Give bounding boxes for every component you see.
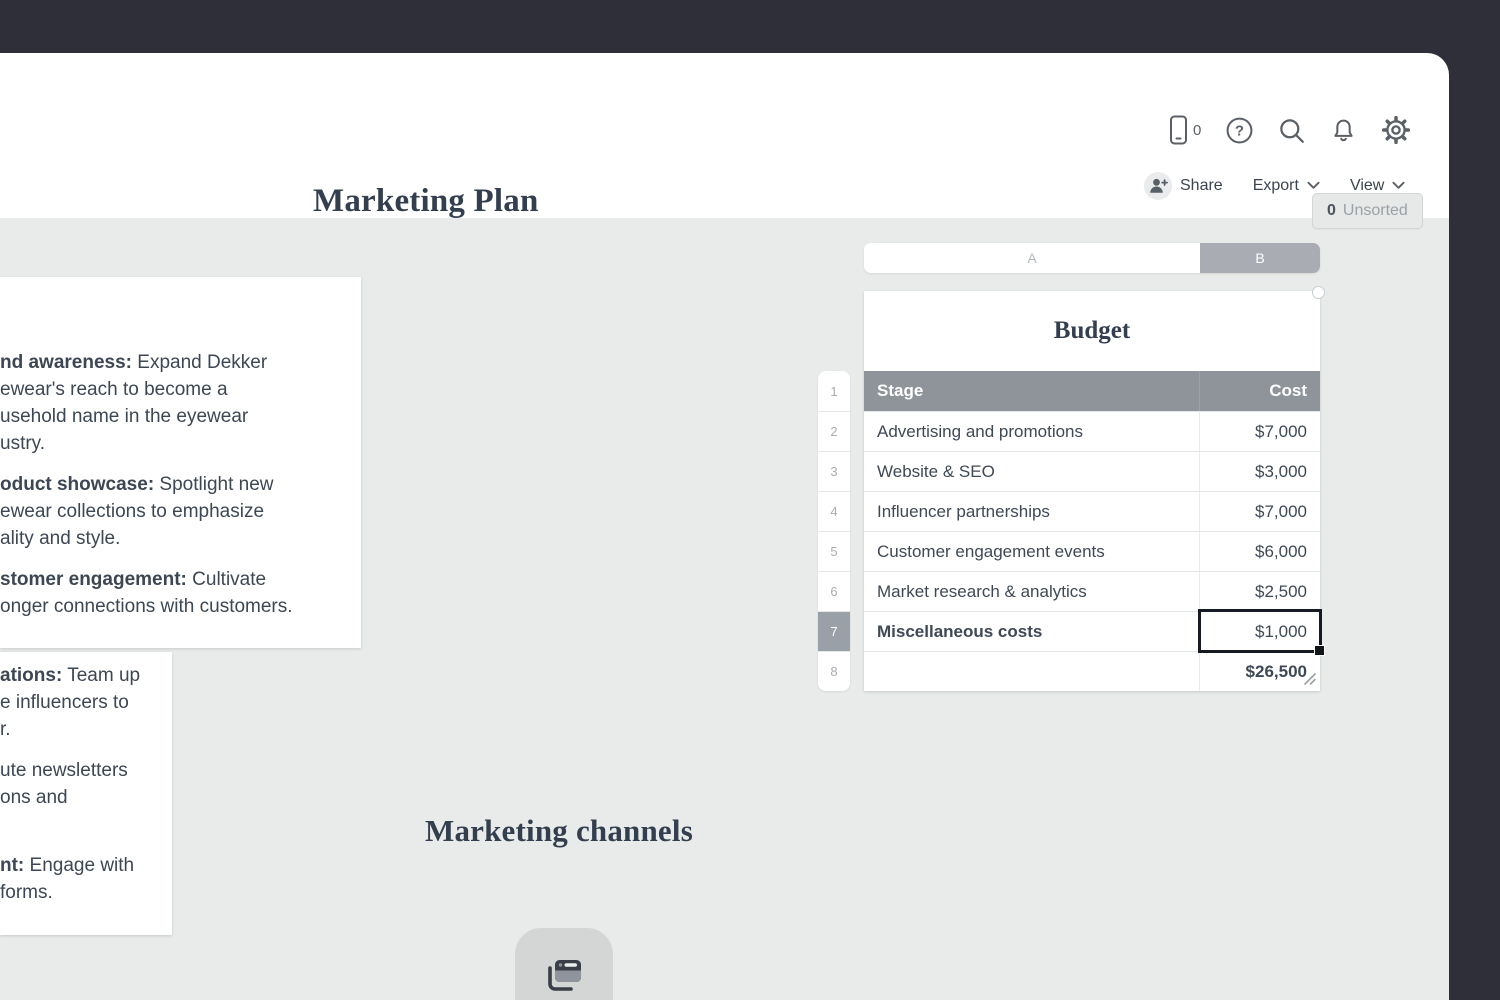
row-header-6[interactable]: 6 <box>818 571 850 611</box>
row-header-1[interactable]: 1 <box>818 371 850 411</box>
budget-header-row: Stage Cost <box>864 371 1320 411</box>
cell-stage[interactable]: Market research & analytics <box>864 572 1200 611</box>
share-label: Share <box>1180 177 1223 195</box>
unsorted-button[interactable]: 0 Unsorted <box>1312 193 1423 229</box>
table-row: Influencer partnerships $7,000 <box>864 491 1320 531</box>
cell-cost-selected[interactable]: $1,000 <box>1200 612 1320 651</box>
row-number-rail: 1 2 3 4 5 6 7 8 <box>818 371 850 691</box>
card-text-line: ons and <box>0 784 172 811</box>
note-card-tactics[interactable]: ations: Team up e influencers to r. ute … <box>0 652 172 935</box>
card-text-line: e influencers to <box>0 689 172 716</box>
phone-icon <box>1168 115 1189 145</box>
cell-stage[interactable]: Miscellaneous costs <box>864 612 1200 651</box>
note-card-goals[interactable]: nd awareness: Expand Dekker ewear's reac… <box>0 277 361 648</box>
cell-cost[interactable]: $7,000 <box>1200 492 1320 531</box>
row-header-4[interactable]: 4 <box>818 491 850 531</box>
card-text-line: ewear collections to emphasize <box>0 498 361 525</box>
table-total-row: $26,500 <box>864 651 1320 691</box>
search-icon <box>1278 117 1305 144</box>
search-button[interactable] <box>1278 117 1305 144</box>
row-header-5[interactable]: 5 <box>818 531 850 571</box>
unsorted-count: 0 <box>1327 202 1336 220</box>
connector-handle[interactable] <box>1312 286 1325 299</box>
card-text-line: r. <box>0 716 172 743</box>
column-letter-bar: A B <box>864 243 1320 273</box>
table-row: Market research & analytics $2,500 <box>864 571 1320 611</box>
cell-stage-header[interactable]: Stage <box>864 371 1200 411</box>
export-label: Export <box>1253 177 1299 195</box>
section-heading-marketing-channels[interactable]: Marketing channels <box>425 813 693 849</box>
header-icon-row: 0 ? <box>1168 115 1410 145</box>
cell-cost[interactable]: $6,000 <box>1200 532 1320 571</box>
cell-stage-empty[interactable] <box>864 652 1200 691</box>
card-text-line: oduct showcase: Spotlight new <box>0 471 361 498</box>
card-text-line: ute newsletters <box>0 757 172 784</box>
cell-cost-header[interactable]: Cost <box>1200 371 1320 411</box>
card-text-line: nd awareness: Expand Dekker <box>0 349 361 376</box>
export-button[interactable]: Export <box>1253 177 1320 195</box>
screen: Marketing Plan 0 ? <box>0 0 1500 1000</box>
budget-table-card[interactable]: Budget Stage Cost Advertising and promot… <box>864 291 1320 691</box>
help-icon: ? <box>1226 117 1253 144</box>
row-header-7-selected[interactable]: 7 <box>818 611 850 651</box>
browser-card-tile[interactable] <box>515 928 613 1000</box>
browser-windows-icon <box>538 928 590 1000</box>
budget-title[interactable]: Budget <box>864 291 1320 371</box>
card-text-line: ality and style. <box>0 525 361 552</box>
cell-stage[interactable]: Customer engagement events <box>864 532 1200 571</box>
add-user-icon <box>1144 172 1172 200</box>
row-header-8[interactable]: 8 <box>818 651 850 691</box>
settings-button[interactable] <box>1382 116 1410 144</box>
notifications-button[interactable] <box>1330 117 1357 144</box>
card-text-line: ustry. <box>0 430 361 457</box>
bell-icon <box>1330 117 1357 144</box>
card-text-line: ations: Team up <box>0 662 172 689</box>
table-row: Website & SEO $3,000 <box>864 451 1320 491</box>
device-count: 0 <box>1193 122 1201 139</box>
cell-cost[interactable]: $2,500 <box>1200 572 1320 611</box>
resize-grip-icon[interactable] <box>1302 671 1318 692</box>
cell-cost[interactable]: $7,000 <box>1200 412 1320 451</box>
gear-icon <box>1382 116 1410 144</box>
column-header-b[interactable]: B <box>1200 243 1320 273</box>
row-header-3[interactable]: 3 <box>818 451 850 491</box>
unsorted-label: Unsorted <box>1343 202 1408 220</box>
cell-stage[interactable]: Influencer partnerships <box>864 492 1200 531</box>
svg-text:?: ? <box>1235 123 1244 139</box>
table-row: Miscellaneous costs $1,000 <box>864 611 1320 651</box>
column-header-a[interactable]: A <box>864 243 1200 273</box>
table-row: Advertising and promotions $7,000 <box>864 411 1320 451</box>
device-sync-button[interactable]: 0 <box>1168 115 1201 145</box>
card-text-line: nt: Engage with <box>0 852 172 879</box>
help-button[interactable]: ? <box>1226 117 1253 144</box>
share-button[interactable]: Share <box>1144 172 1223 200</box>
card-text-line: forms. <box>0 879 172 906</box>
cell-cost[interactable]: $3,000 <box>1200 452 1320 491</box>
row-header-2[interactable]: 2 <box>818 411 850 451</box>
card-text-line: ewear's reach to become a <box>0 376 361 403</box>
table-row: Customer engagement events $6,000 <box>864 531 1320 571</box>
fill-handle[interactable] <box>1314 645 1325 656</box>
card-text-line: usehold name in the eyewear <box>0 403 361 430</box>
cell-stage[interactable]: Website & SEO <box>864 452 1200 491</box>
page-title: Marketing Plan <box>313 183 539 220</box>
card-text-line: onger connections with customers. <box>0 593 361 620</box>
cell-stage[interactable]: Advertising and promotions <box>864 412 1200 451</box>
card-text-line: stomer engagement: Cultivate <box>0 566 361 593</box>
